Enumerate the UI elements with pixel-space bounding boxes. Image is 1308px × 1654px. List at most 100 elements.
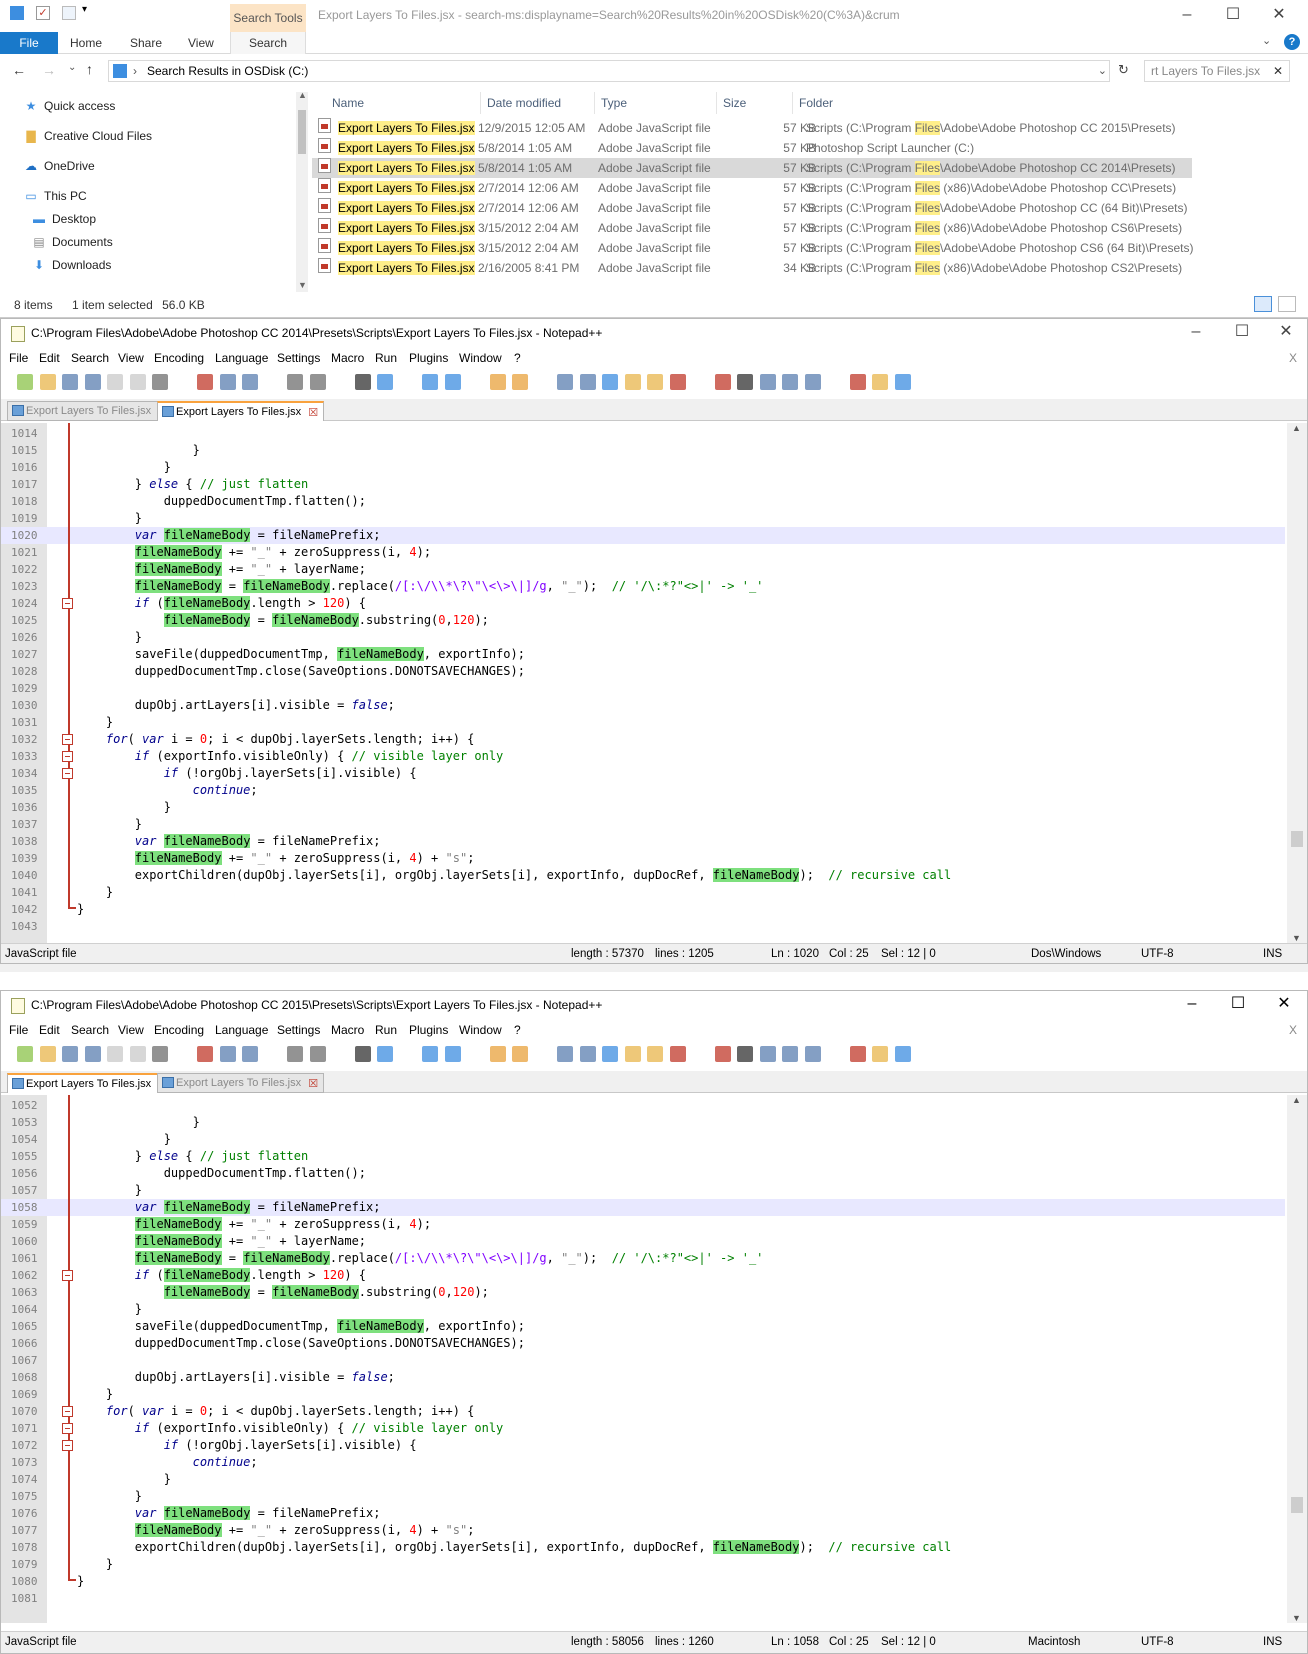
change-dict-icon[interactable] (894, 1046, 911, 1062)
doc-map-icon[interactable] (624, 374, 641, 390)
zoom-out-icon[interactable] (444, 1046, 461, 1062)
new-folder-icon[interactable] (62, 6, 76, 20)
close-icon[interactable] (107, 374, 123, 390)
replace-icon[interactable] (377, 1046, 393, 1062)
scroll-up-icon[interactable]: ▲ (298, 90, 307, 100)
editor-scroll-thumb[interactable] (1291, 1497, 1303, 1513)
show-all-chars-icon[interactable] (579, 374, 596, 390)
close-button[interactable]: ✕ (1256, 0, 1302, 32)
large-icons-view-icon[interactable] (1278, 296, 1296, 312)
back-arrow-icon[interactable]: ← (12, 62, 26, 78)
auto-spellcheck-icon[interactable] (872, 374, 888, 390)
copy-icon[interactable] (219, 1046, 236, 1062)
menu-view[interactable]: View (118, 1023, 144, 1037)
save-macro-icon[interactable] (804, 1046, 821, 1062)
save-icon[interactable] (62, 1046, 78, 1062)
menu-run[interactable]: Run (375, 1023, 397, 1037)
new-file-icon[interactable] (17, 374, 33, 390)
file-row[interactable]: Export Layers To Files.jsx 3/15/2012 2:04… (312, 238, 1194, 258)
column-type[interactable]: Type (594, 92, 627, 114)
nav-item-quick-access[interactable]: ★ Quick access (24, 96, 116, 116)
address-dropdown-icon[interactable]: ⌄ (1098, 61, 1107, 81)
menu-search[interactable]: Search (71, 351, 109, 365)
zoom-in-icon[interactable] (422, 1046, 438, 1062)
sync-horizontal-icon[interactable] (512, 374, 528, 390)
menu-settings[interactable]: Settings (277, 351, 320, 365)
ribbon-tab-search[interactable]: Search (230, 32, 306, 54)
recent-locations-icon[interactable]: ⌄ (68, 62, 76, 73)
scroll-down-icon[interactable]: ▼ (1292, 933, 1301, 943)
address-field[interactable]: › Search Results in OSDisk (C:) ⌄ (108, 60, 1110, 82)
undo-icon[interactable] (287, 374, 303, 390)
nav-item-this-pc[interactable]: ▭ This PC (24, 186, 86, 206)
menu-view[interactable]: View (118, 351, 144, 365)
document-tab[interactable]: Export Layers To Files.jsx☒ (157, 1073, 325, 1093)
maximize-button[interactable]: ☐ (1215, 991, 1261, 1021)
show-all-chars-icon[interactable] (579, 1046, 596, 1062)
file-row[interactable]: Export Layers To Files.jsx 3/15/2012 2:04… (312, 218, 1192, 238)
column-name[interactable]: Name (332, 92, 364, 114)
sync-horizontal-icon[interactable] (512, 1046, 528, 1062)
spellcheck-icon[interactable] (849, 374, 866, 390)
minimize-button[interactable]: – (1169, 991, 1215, 1021)
paste-icon[interactable] (242, 374, 258, 390)
editor-scrollbar[interactable]: ▲ ▼ (1287, 423, 1307, 943)
nav-item-onedrive[interactable]: ☁ OneDrive (24, 156, 95, 176)
redo-icon[interactable] (309, 1046, 326, 1062)
fold-toggle-icon[interactable] (62, 1406, 73, 1417)
function-list-icon[interactable] (647, 374, 663, 390)
nav-item-documents[interactable]: ▤ Documents (32, 232, 112, 252)
close-all-icon[interactable] (129, 374, 146, 390)
column-size[interactable]: Size (716, 92, 746, 114)
ribbon-tab-home[interactable]: Home (70, 32, 102, 54)
menu-run[interactable]: Run (375, 351, 397, 365)
maximize-button[interactable]: ☐ (1219, 319, 1265, 349)
file-row[interactable]: Export Layers To Files.jsx 2/7/2014 12:06… (312, 198, 1192, 218)
nav-pane-scrollbar[interactable]: ▲ ▼ (296, 90, 308, 292)
menu-search[interactable]: Search (71, 1023, 109, 1037)
nav-item-desktop[interactable]: ▬ Desktop (32, 209, 96, 229)
menu-file[interactable]: File (9, 1023, 28, 1037)
indent-guide-icon[interactable] (602, 374, 618, 390)
save-macro-icon[interactable] (804, 374, 821, 390)
paste-icon[interactable] (242, 1046, 258, 1062)
details-view-icon[interactable] (1254, 296, 1272, 312)
close-button[interactable]: ✕ (1261, 991, 1307, 1021)
menu-help[interactable]: ? (514, 351, 521, 365)
minimize-button[interactable]: – (1173, 319, 1219, 349)
print-icon[interactable] (152, 374, 168, 390)
menu-edit[interactable]: Edit (39, 1023, 60, 1037)
search-tools-tab[interactable]: Search Tools (230, 4, 306, 32)
tab-close-icon[interactable]: ☒ (308, 1075, 318, 1093)
document-tab[interactable]: Export Layers To Files.jsx☒ (7, 1073, 175, 1093)
menu-edit[interactable]: Edit (39, 351, 60, 365)
nav-item-creative-cloud-files[interactable]: ▇ Creative Cloud Files (24, 126, 152, 146)
fold-toggle-icon[interactable] (62, 598, 73, 609)
record-macro-icon[interactable] (714, 1046, 731, 1062)
fold-toggle-icon[interactable] (62, 1440, 73, 1451)
menu-encoding[interactable]: Encoding (154, 351, 204, 365)
refresh-icon[interactable]: ↻ (1118, 62, 1129, 78)
menu-window[interactable]: Window (459, 1023, 502, 1037)
menu-encoding[interactable]: Encoding (154, 1023, 204, 1037)
document-tab[interactable]: Export Layers To Files.jsx☒ (7, 401, 175, 421)
save-all-icon[interactable] (84, 1046, 101, 1062)
find-icon[interactable] (354, 374, 371, 390)
fold-toggle-icon[interactable] (62, 1423, 73, 1434)
file-row[interactable]: Export Layers To Files.jsx 5/8/2014 1:05 … (312, 138, 1192, 158)
menu-plugins[interactable]: Plugins (409, 1023, 448, 1037)
menu-language[interactable]: Language (215, 351, 268, 365)
function-list-icon[interactable] (647, 1046, 663, 1062)
redo-icon[interactable] (309, 374, 326, 390)
indent-guide-icon[interactable] (602, 1046, 618, 1062)
ribbon-tab-view[interactable]: View (188, 32, 214, 54)
ribbon-tab-file[interactable]: File (0, 32, 58, 54)
sync-vertical-icon[interactable] (489, 374, 506, 390)
properties-icon[interactable]: ✓ (36, 6, 50, 20)
minimize-button[interactable]: – (1164, 0, 1210, 32)
file-row[interactable]: Export Layers To Files.jsx 2/16/2005 8:41… (312, 258, 1192, 278)
replace-icon[interactable] (377, 374, 393, 390)
scroll-down-icon[interactable]: ▼ (1292, 1613, 1301, 1623)
close-all-icon[interactable] (129, 1046, 146, 1062)
cut-icon[interactable] (197, 1046, 213, 1062)
